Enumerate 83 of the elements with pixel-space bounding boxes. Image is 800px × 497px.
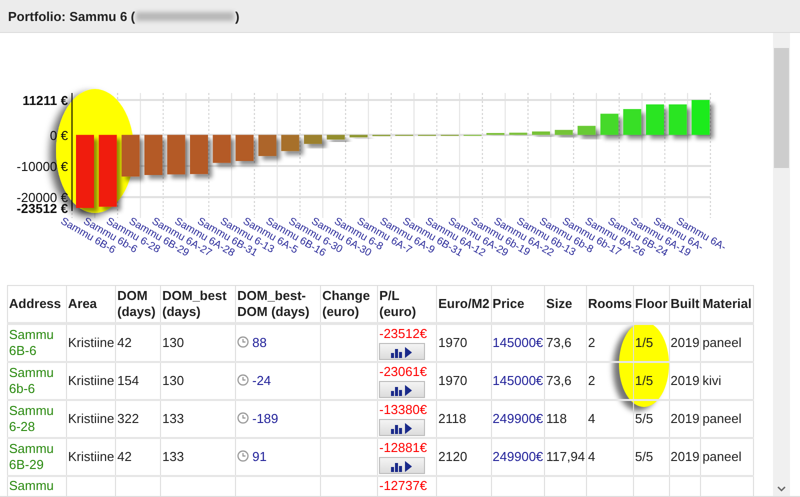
table-cell: paneel: [700, 438, 754, 476]
chart-button[interactable]: [379, 381, 426, 398]
column-header: DOM_best (days): [160, 286, 236, 324]
column-header: Change (euro): [320, 286, 378, 324]
table-cell: 73,6: [544, 362, 586, 400]
table-cell: 1970: [436, 362, 492, 400]
table-cell: 154: [116, 362, 161, 400]
table-cell: 91: [252, 449, 267, 464]
table-cell: 2: [586, 362, 634, 400]
table-cell: Kristiine: [66, 362, 116, 400]
table-cell-text: -13380€: [379, 402, 428, 418]
column-header: Area: [66, 286, 116, 324]
table-cell: 133: [160, 438, 236, 476]
table-cell: 4: [586, 438, 634, 476]
table-cell-text: -12881€: [379, 440, 428, 456]
table-cell: 118: [544, 400, 586, 438]
axis-label: 11211 €: [22, 93, 68, 108]
table-cell-text: -23512€: [379, 326, 428, 342]
clock-icon: [237, 336, 250, 348]
table-cell: -189: [252, 411, 278, 426]
table-cell: kivi: [700, 362, 754, 400]
column-header: Built: [669, 286, 701, 324]
table-cell: 2019: [669, 362, 701, 400]
table-cell: 88: [252, 335, 267, 350]
column-header: Euro/M2: [436, 286, 492, 324]
column-header: Address: [8, 286, 66, 324]
table-cell: Kristiine: [66, 400, 116, 438]
table-cell: 2120: [436, 438, 492, 476]
scrollbar[interactable]: [773, 33, 790, 496]
table-cell: 145000€: [491, 362, 545, 400]
column-header: Floor: [634, 286, 670, 324]
column-header: Price: [491, 286, 545, 324]
column-header: DOM (days): [116, 286, 161, 324]
axis-label: -23512 €: [16, 201, 68, 216]
address-link[interactable]: Sammu 6-28: [8, 400, 66, 438]
chart-button[interactable]: [379, 419, 426, 436]
table-cell: 4: [586, 400, 634, 438]
table-cell: 2019: [669, 324, 701, 362]
table-cell: 117,94: [544, 438, 586, 476]
table-cell-text: -12737€: [379, 478, 428, 494]
table-cell: 133: [160, 400, 236, 438]
clock-icon: [237, 374, 250, 386]
address-link[interactable]: Sammu 6B-6: [8, 324, 66, 362]
column-header: Rooms: [586, 286, 634, 324]
panel-title: Portfolio: Sammu 6 ( ): [8, 8, 240, 24]
axis-label: 0 €: [50, 128, 68, 143]
table-cell: 322: [116, 400, 161, 438]
chart-button[interactable]: [379, 343, 426, 360]
table-cell: 1970: [436, 324, 492, 362]
table-cell-text: -23061€: [379, 364, 428, 380]
table-cell: paneel: [700, 324, 754, 362]
table-cell: 2019: [669, 438, 701, 476]
table-cell: paneel: [700, 400, 754, 438]
table-cell: 249900€: [491, 400, 545, 438]
table-cell: Kristiine: [66, 438, 116, 476]
table-cell: 42: [116, 324, 161, 362]
table-cell: 42: [116, 438, 161, 476]
table-cell: 73,6: [544, 324, 586, 362]
column-header: P/L (euro): [378, 286, 437, 324]
table-cell: 5/5: [634, 438, 670, 476]
address-link[interactable]: Sammu 6b-6: [8, 362, 66, 400]
table-cell: 1/5: [634, 324, 670, 362]
column-header: Size: [544, 286, 586, 324]
column-header: Material: [700, 286, 754, 324]
table-cell: 2118: [436, 400, 492, 438]
table-cell: 5/5: [634, 400, 670, 438]
table-cell: -24: [252, 373, 272, 388]
table-cell: 249900€: [491, 438, 545, 476]
clock-icon: [237, 450, 250, 462]
table-cell: 2019: [669, 400, 701, 438]
table-cell: Kristiine: [66, 324, 116, 362]
scrollbar-thumb[interactable]: [774, 48, 789, 168]
clock-icon: [237, 412, 250, 424]
table-cell: 145000€: [491, 324, 545, 362]
chart-button[interactable]: [379, 457, 426, 474]
table-cell: 130: [160, 324, 236, 362]
address-link[interactable]: Sammu: [8, 476, 66, 496]
table-cell: 2: [586, 324, 634, 362]
scroll-down-icon[interactable]: [777, 486, 786, 492]
column-header: DOM_best-DOM (days): [236, 286, 321, 324]
table-cell: 1/5: [634, 362, 670, 400]
table-cell: 130: [160, 362, 236, 400]
address-link[interactable]: Sammu 6B-29: [8, 438, 66, 476]
